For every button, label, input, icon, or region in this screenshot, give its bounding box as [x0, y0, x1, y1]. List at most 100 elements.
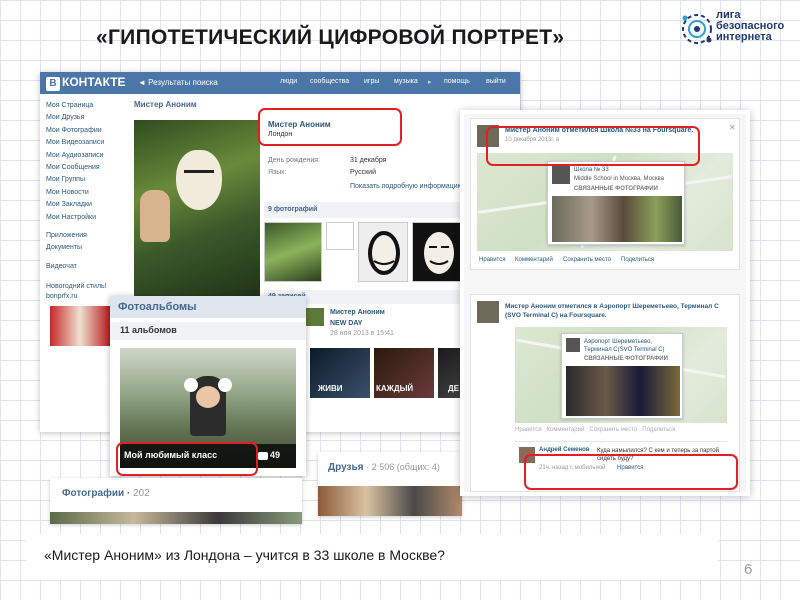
sidebar-item-news[interactable]: Мои Новости	[46, 187, 126, 199]
page-number: 6	[744, 561, 753, 578]
sidebar-item-groups[interactable]: Мои Группы	[46, 174, 126, 186]
foursquare-checkins-panel: Мистер Аноним отметился Школа №33 на Fou…	[460, 110, 750, 496]
friends-strip-title[interactable]: Друзья · 2 506 (общих: 4)	[328, 462, 440, 473]
sidebar: Моя Страница Мои Друзья Мои Фотографии М…	[46, 100, 126, 273]
sidebar-item-settings[interactable]: Мои Настройки	[46, 212, 126, 224]
nav-music[interactable]: музыка	[394, 78, 418, 85]
sidebar-item-audio[interactable]: Мои Аудиозаписи	[46, 150, 126, 162]
waving-hand-image	[140, 190, 170, 242]
sidebar-item-documents[interactable]: Документы	[46, 242, 126, 254]
nav-help[interactable]: помощь	[444, 78, 470, 85]
venue-card-airport[interactable]: Аэропорт Шереметьево, Терминал С(SVO Ter…	[561, 333, 683, 419]
photos-strip-thumbs[interactable]	[50, 512, 302, 524]
photo-thumb-1[interactable]	[264, 222, 322, 282]
language-label: Язык:	[268, 169, 287, 176]
sidebar-item-bookmarks[interactable]: Мои Закладки	[46, 199, 126, 211]
birthday-label: День рождения:	[268, 157, 320, 164]
photo-thumb-4[interactable]	[412, 222, 464, 282]
photos-strip-label: Фотографии	[62, 488, 125, 499]
mask-icon	[424, 232, 454, 274]
slide-caption: «Мистер Аноним» из Лондона – учится в 33…	[44, 547, 445, 563]
photo-thumb-3[interactable]	[358, 222, 408, 282]
venue-name-airport[interactable]: Аэропорт Шереметьево, Терминал С(SVO Ter…	[584, 338, 680, 354]
venue-thumb-airport	[566, 338, 580, 352]
post-avatar[interactable]	[477, 301, 499, 323]
breadcrumb[interactable]: ◄ Результаты поиска	[138, 78, 218, 87]
venue-related-photos-label: СВЯЗАННЫЕ ФОТОГРАФИИ	[574, 186, 658, 192]
albums-count: 11 альбомов	[120, 325, 177, 335]
birthday-value[interactable]: 31 декабря	[350, 157, 386, 164]
friends-strip-label: Друзья	[328, 462, 364, 473]
profile-photo[interactable]	[134, 120, 260, 306]
venue-name-school[interactable]: Школа № 33	[574, 166, 609, 174]
vk-logo-text: КОНТАКТЕ	[62, 75, 126, 89]
highlight-school-checkin	[486, 126, 700, 166]
photos-section-title[interactable]: 9 фотографий	[268, 206, 317, 213]
photos-strip-title[interactable]: Фотографии · 202	[62, 488, 150, 499]
sidebar-item-videochat[interactable]: Видеочат	[46, 261, 126, 273]
nav-games[interactable]: игры	[364, 78, 379, 85]
liga-logo-icon	[682, 14, 712, 44]
sidebar-item-friends[interactable]: Мои Друзья	[46, 112, 126, 124]
album-girl-face	[196, 386, 220, 408]
map-school[interactable]: Школа № 33 Middle School in Москва, Моск…	[477, 153, 733, 251]
photo-thumb-2[interactable]	[326, 222, 354, 250]
albums-title[interactable]: Фотоальбомы	[118, 301, 197, 313]
sidebar-item-photos[interactable]: Мои Фотографии	[46, 125, 126, 137]
nav-logout[interactable]: выйти	[486, 78, 506, 85]
vk-header: B КОНТАКТЕ ◄ Результаты поиска люди сообщ…	[40, 72, 520, 94]
profile-header-name: Мистер Аноним	[134, 100, 197, 109]
slide-title: «ГИПОТЕТИЧЕСКИЙ ЦИФРОВОЙ ПОРТРЕТ»	[96, 26, 565, 49]
nav-dropdown-icon[interactable]: ▸	[428, 78, 432, 86]
post1-save-place[interactable]: Сохранить место	[563, 257, 611, 263]
nav-people[interactable]: люди	[280, 78, 297, 85]
sidebar-item-videos[interactable]: Мои Видеозаписи	[46, 137, 126, 149]
wall-avatar[interactable]	[306, 308, 324, 326]
wall-post-date[interactable]: 28 ноя 2013 в 15:41	[330, 330, 394, 337]
anonymous-mask-image	[176, 150, 222, 210]
wall-image-label-1: ЖИВИ	[318, 384, 343, 393]
venue-addr-school: Middle School in Москва, Москва	[574, 176, 664, 182]
post1-share[interactable]: Поделиться	[621, 257, 654, 263]
venue2-related-photos[interactable]	[566, 366, 680, 416]
sidebar-item-messages[interactable]: Мои Сообщения	[46, 162, 126, 174]
caption-bar: «Мистер Аноним» из Лондона – учится в 33…	[26, 534, 718, 580]
comment-author[interactable]: Андрей Семенов	[539, 447, 589, 453]
show-more-info-link[interactable]: Показать подробную информацию	[350, 183, 463, 190]
vk-logo[interactable]: B КОНТАКТЕ	[46, 75, 126, 91]
logo-line-3: интернета	[716, 31, 772, 43]
camera-icon	[258, 452, 268, 460]
wall-image-2[interactable]: КАЖДЫЙ	[374, 348, 434, 398]
venue-card-school[interactable]: Школа № 33 Middle School in Москва, Моск…	[547, 161, 685, 245]
post2-text-line2[interactable]: (SVO Terminal C) на Foursquare.	[505, 311, 607, 320]
photos-strip: Фотографии · 202	[50, 478, 302, 524]
promo-ad-image[interactable]	[50, 306, 110, 346]
venue-related-photos[interactable]	[552, 196, 682, 242]
post2-text-line1[interactable]: Мистер Аноним отметился в Аэропорт Шерем…	[505, 302, 719, 311]
post2-save-place[interactable]: Сохранить место	[589, 427, 637, 433]
map-airport[interactable]: Аэропорт Шереметьево, Терминал С(SVO Ter…	[515, 327, 727, 423]
nav-communities[interactable]: сообщества	[310, 78, 349, 85]
post1-like[interactable]: Нравится	[479, 257, 505, 263]
wall-image-label-2: КАЖДЫЙ	[376, 384, 414, 393]
vk-logo-mark: B	[46, 77, 60, 91]
sidebar-item-my-page[interactable]: Моя Страница	[46, 100, 126, 112]
post2-like[interactable]: Нравится	[515, 427, 541, 433]
wall-image-1[interactable]: ЖИВИ	[310, 348, 370, 398]
friends-strip: Друзья · 2 506 (общих: 4)	[318, 452, 462, 516]
album-photo-count: 49	[270, 450, 281, 460]
language-value[interactable]: Русский	[350, 169, 376, 176]
bow-right	[218, 378, 232, 392]
photos-strip-count: 202	[133, 488, 150, 499]
promo-ad[interactable]: Новогодний стиль! bonprfx.ru	[46, 282, 116, 302]
highlight-name-city	[258, 108, 402, 146]
post2-comment[interactable]: Комментарий	[547, 427, 585, 433]
post2-share[interactable]: Поделиться	[642, 427, 675, 433]
close-icon[interactable]: ✕	[729, 123, 736, 132]
wall-author[interactable]: Мистер Аноним	[330, 308, 385, 317]
sidebar-item-apps[interactable]: Приложения	[46, 230, 126, 242]
post1-comment[interactable]: Комментарий	[515, 257, 553, 263]
friends-strip-count-value: 2 506 (общих: 4)	[371, 462, 440, 472]
highlight-comment	[524, 454, 738, 490]
friends-strip-avatars[interactable]	[318, 486, 462, 516]
